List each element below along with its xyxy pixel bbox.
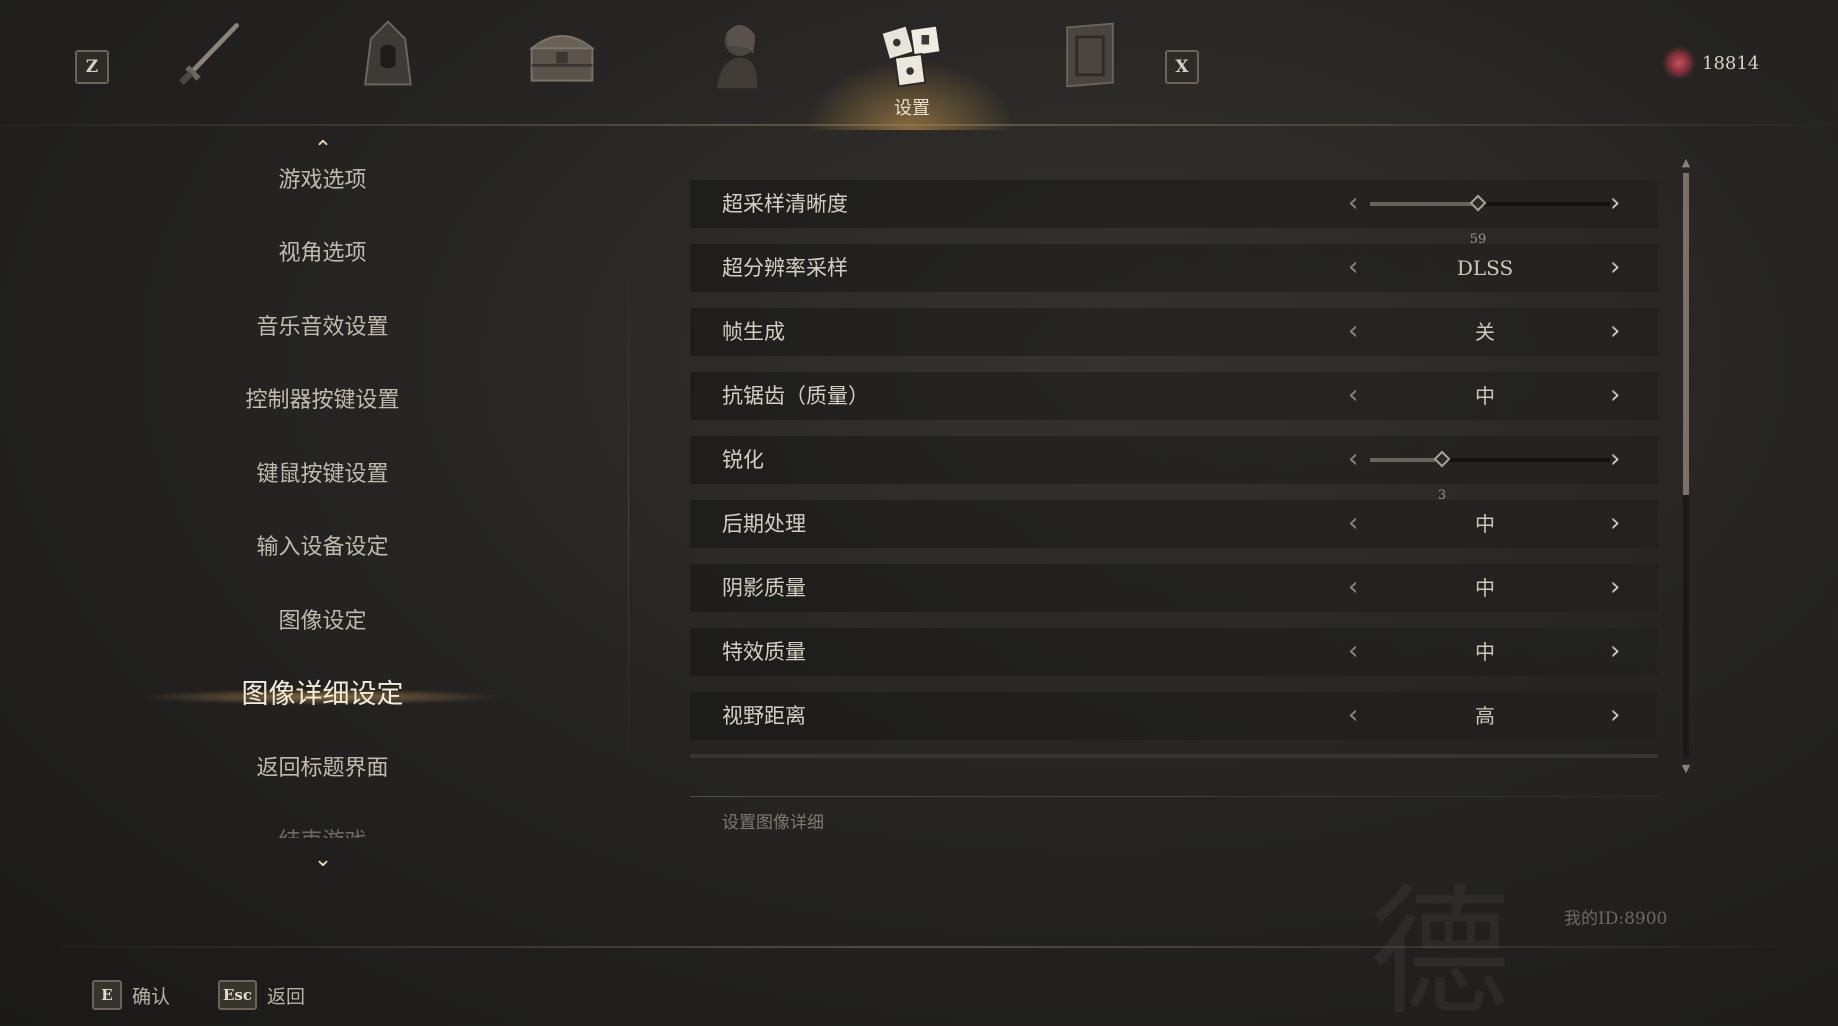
menu-item-audio-settings[interactable]: 音乐音效设置 <box>120 308 525 348</box>
mahjong-tiles-icon[interactable] <box>872 14 952 94</box>
top-tab-bar: Z 设置 X 18814 <box>0 0 1838 130</box>
setting-value: 高 <box>1475 704 1495 728</box>
scroll-down-icon[interactable]: ▼ <box>1679 762 1693 775</box>
increase-arrow-icon[interactable]: › <box>1610 500 1620 546</box>
setting-label: 锐化 <box>722 448 764 472</box>
decrease-arrow-icon[interactable]: ‹ <box>1348 692 1358 738</box>
settings-list-bottom <box>690 754 1658 758</box>
increase-arrow-icon[interactable]: › <box>1610 180 1620 226</box>
setting-value: DLSS <box>1456 256 1514 280</box>
menu-item-input-device[interactable]: 输入设备设定 <box>120 528 525 568</box>
menu-item-graphics[interactable]: 图像设定 <box>120 602 525 642</box>
menu-item-camera-options[interactable]: 视角选项 <box>120 234 525 274</box>
setting-label: 后期处理 <box>722 512 806 536</box>
menu-scroll-up-icon[interactable]: ⌃ <box>310 139 336 161</box>
confirm-label: 确认 <box>132 985 171 1008</box>
currency-value: 18814 <box>1702 52 1760 74</box>
setting-value: 中 <box>1475 384 1495 408</box>
settings-scrollbar[interactable] <box>1683 173 1689 758</box>
hood-armor-icon[interactable] <box>348 14 428 94</box>
setting-slider[interactable]: 3 <box>1370 450 1610 503</box>
confirm-hint[interactable]: E 确认 <box>92 980 170 1010</box>
top-divider <box>0 124 1838 126</box>
setting-value: 中 <box>1475 640 1495 664</box>
sword-icon[interactable] <box>170 14 250 94</box>
back-label: 返回 <box>267 985 306 1008</box>
decrease-arrow-icon[interactable]: ‹ <box>1348 564 1358 610</box>
increase-arrow-icon[interactable]: › <box>1610 436 1620 482</box>
back-hint[interactable]: Esc 返回 <box>218 980 305 1010</box>
slider-fill <box>1370 458 1442 462</box>
setting-label: 视野距离 <box>722 704 806 728</box>
menu-item-controller-bindings[interactable]: 控制器按键设置 <box>120 381 525 421</box>
setting-value: 关 <box>1475 320 1495 344</box>
scrollbar-thumb[interactable] <box>1683 173 1689 495</box>
setting-slider[interactable]: 59 <box>1370 194 1610 247</box>
description-divider <box>690 796 1660 797</box>
setting-label: 抗锯齿（质量） <box>722 384 869 408</box>
decrease-arrow-icon[interactable]: ‹ <box>1348 372 1358 418</box>
menu-item-return-title[interactable]: 返回标题界面 <box>120 749 525 789</box>
setting-row[interactable]: 帧生成 ‹ 关 › <box>690 308 1658 356</box>
settings-category-menu: ⌃ 游戏选项 视角选项 音乐音效设置 控制器按键设置 键鼠按键设置 输入设备设定… <box>120 139 525 880</box>
setting-row[interactable]: 超分辨率采样 ‹ DLSS › <box>690 244 1658 292</box>
active-tab-label: 设置 <box>894 98 930 119</box>
setting-row[interactable]: 后期处理 ‹ 中 › <box>690 500 1658 548</box>
setting-value: 中 <box>1475 576 1495 600</box>
increase-arrow-icon[interactable]: › <box>1610 692 1620 738</box>
scroll-book-icon[interactable] <box>1050 14 1130 94</box>
setting-label: 帧生成 <box>722 320 785 344</box>
increase-arrow-icon[interactable]: › <box>1610 308 1620 354</box>
setting-row[interactable]: 阴影质量 ‹ 中 › <box>690 564 1658 612</box>
increase-arrow-icon[interactable]: › <box>1610 628 1620 674</box>
decrease-arrow-icon[interactable]: ‹ <box>1348 308 1358 354</box>
menu-item-game-options[interactable]: 游戏选项 <box>120 161 525 201</box>
back-key: Esc <box>218 980 258 1010</box>
currency-display: 18814 <box>1666 50 1759 76</box>
setting-row[interactable]: 视野距离 ‹ 高 › <box>690 692 1658 740</box>
bottom-divider <box>60 946 1778 948</box>
increase-arrow-icon[interactable]: › <box>1610 244 1620 290</box>
menu-item-graphics-detail[interactable]: 图像详细设定 <box>120 675 525 715</box>
red-gem-icon <box>1666 50 1692 76</box>
next-tab-key[interactable]: X <box>1165 50 1199 84</box>
decrease-arrow-icon[interactable]: ‹ <box>1348 500 1358 546</box>
menu-scroll-down-icon[interactable]: ⌄ <box>310 849 336 871</box>
decrease-arrow-icon[interactable]: ‹ <box>1348 244 1358 290</box>
decrease-arrow-icon[interactable]: ‹ <box>1348 436 1358 482</box>
setting-description: 设置图像详细 <box>722 813 824 833</box>
setting-row[interactable]: 抗锯齿（质量） ‹ 中 › <box>690 372 1658 420</box>
prev-tab-key[interactable]: Z <box>75 50 109 84</box>
setting-label: 阴影质量 <box>722 576 806 600</box>
slider-fill <box>1370 202 1478 206</box>
setting-label: 特效质量 <box>722 640 806 664</box>
confirm-key: E <box>92 980 122 1010</box>
setting-row[interactable]: 锐化 ‹ 3 › <box>690 436 1658 503</box>
decrease-arrow-icon[interactable]: ‹ <box>1348 180 1358 226</box>
slider-handle[interactable] <box>1469 194 1487 212</box>
menu-divider <box>628 250 629 770</box>
treasure-chest-icon[interactable] <box>522 14 602 94</box>
setting-label: 超采样清晰度 <box>722 192 848 216</box>
setting-row[interactable]: 超采样清晰度 ‹ 59 › <box>690 180 1658 247</box>
decrease-arrow-icon[interactable]: ‹ <box>1348 628 1358 674</box>
settings-list: 超采样清晰度 ‹ 59 › 超分辨率采样 ‹ DLSS › 帧生成 ‹ 关 › 抗锯齿（质量） ‹ 中 › 锐化… <box>690 180 1658 756</box>
slider-handle[interactable] <box>1433 450 1451 468</box>
character-portrait-icon[interactable] <box>698 14 778 94</box>
setting-label: 超分辨率采样 <box>722 256 848 280</box>
increase-arrow-icon[interactable]: › <box>1610 564 1620 610</box>
setting-row[interactable]: 特效质量 ‹ 中 › <box>690 628 1658 676</box>
setting-value: 中 <box>1475 512 1495 536</box>
menu-item-quit-game[interactable]: 结束游戏 <box>120 822 525 838</box>
background-calligraphy: 德 <box>1370 872 1511 1026</box>
menu-item-keyboard-mouse-bindings[interactable]: 键鼠按键设置 <box>120 455 525 495</box>
increase-arrow-icon[interactable]: › <box>1610 372 1620 418</box>
scroll-up-icon[interactable]: ▲ <box>1679 156 1693 169</box>
player-id: 我的ID:8900 <box>1564 909 1668 929</box>
